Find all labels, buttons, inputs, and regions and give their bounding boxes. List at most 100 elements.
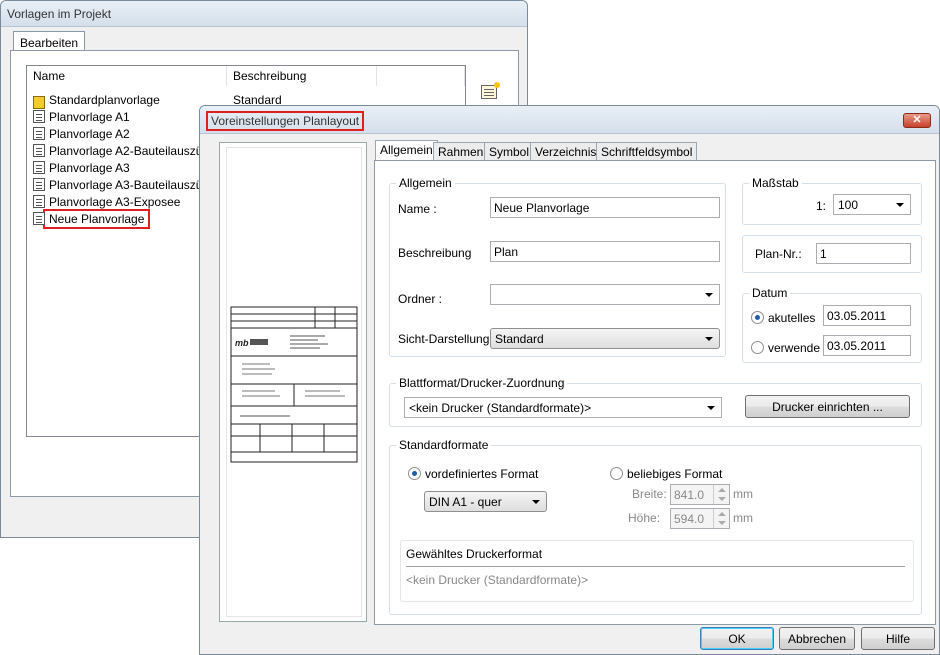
list-item-name: Planvorlage A3-Exposee bbox=[49, 194, 181, 209]
ok-button[interactable]: OK bbox=[700, 627, 774, 650]
document-icon bbox=[33, 212, 45, 225]
column-header-name[interactable]: Name bbox=[27, 66, 227, 86]
dialog-title: Voreinstellungen Planlayout bbox=[206, 111, 365, 131]
svg-text:mb: mb bbox=[235, 338, 249, 348]
sicht-value: Standard bbox=[495, 332, 544, 346]
gewaehlt-group: Gewähltes Druckerformat <kein Drucker (S… bbox=[400, 540, 914, 602]
ordner-label: Ordner : bbox=[398, 292, 443, 306]
name-field[interactable]: Neue Planvorlage bbox=[490, 197, 720, 218]
hoehe-label: Höhe: bbox=[628, 511, 661, 525]
beliebig-label[interactable]: beliebiges Format bbox=[627, 467, 722, 481]
hoehe-field[interactable]: 594.0 bbox=[670, 508, 730, 529]
verwende-date-field[interactable]: 03.05.2011 bbox=[823, 335, 911, 356]
list-item[interactable]: Planvorlage A2-Bauteilauszüge bbox=[33, 142, 216, 159]
list-item-name: Planvorlage A2-Bauteilauszüge bbox=[49, 143, 216, 158]
lock-icon bbox=[33, 95, 45, 109]
massstab-prefix: 1: bbox=[816, 199, 827, 213]
list-item-name: Planvorlage A3 bbox=[49, 160, 130, 175]
drucker-group: Blattformat/Drucker-Zuordnung <kein Druc… bbox=[389, 376, 922, 427]
document-icon bbox=[33, 161, 45, 174]
window-title: Vorlagen im Projekt bbox=[7, 7, 112, 21]
list-item-name: Planvorlage A3-Bauteilauszüge bbox=[49, 177, 216, 192]
gewaehlt-value: <kein Drucker (Standardformate)> bbox=[406, 573, 589, 587]
beliebig-radio[interactable] bbox=[610, 467, 623, 480]
format-dropdown[interactable]: DIN A1 - quer bbox=[424, 491, 547, 512]
document-icon bbox=[33, 110, 45, 123]
document-icon bbox=[33, 127, 45, 140]
name-label: Name : bbox=[398, 202, 437, 216]
plan-nr-field[interactable]: 1 bbox=[816, 243, 911, 264]
list-item-name: Planvorlage A1 bbox=[49, 109, 130, 124]
group-label: Standardformate bbox=[396, 438, 492, 452]
list-item-name: Planvorlage A2 bbox=[49, 126, 130, 141]
drucker-dropdown[interactable]: <kein Drucker (Standardformate)> bbox=[404, 397, 722, 418]
plan-nr-label: Plan-Nr.: bbox=[755, 247, 802, 261]
list-item[interactable]: Planvorlage A3-Bauteilauszüge bbox=[33, 176, 216, 193]
hoehe-unit: mm bbox=[733, 511, 753, 525]
list-item[interactable]: Standardplanvorlage bbox=[33, 91, 160, 109]
tab-rahmen[interactable]: Rahmen bbox=[433, 142, 489, 161]
plan-preview: mb bbox=[227, 148, 361, 616]
vordefiniert-label[interactable]: vordefiniertes Format bbox=[425, 467, 538, 481]
list-item[interactable]: Planvorlage A2 bbox=[33, 125, 130, 142]
breite-label: Breite: bbox=[632, 487, 667, 501]
close-icon[interactable]: ✕ bbox=[903, 113, 931, 128]
list-item[interactable]: Planvorlage A3 bbox=[33, 159, 130, 176]
group-label: Datum bbox=[749, 286, 791, 300]
group-label: Maßstab bbox=[749, 176, 802, 190]
breite-field[interactable]: 841.0 bbox=[670, 484, 730, 505]
list-item-selected[interactable]: Neue Planvorlage bbox=[33, 208, 151, 229]
breite-unit: mm bbox=[733, 487, 753, 501]
tab-verzeichnis[interactable]: Verzeichnis bbox=[530, 142, 602, 161]
allgemein-group: Allgemein Name : Neue Planvorlage Beschr… bbox=[389, 176, 726, 357]
datum-group: Datum akutelles 03.05.2011 verwende 03.0… bbox=[742, 286, 922, 363]
templates-titlebar[interactable]: Vorlagen im Projekt bbox=[1, 1, 527, 27]
beschreibung-label: Beschreibung bbox=[398, 246, 472, 260]
hoehe-value: 594.0 bbox=[674, 512, 705, 526]
column-header-empty bbox=[377, 66, 465, 86]
list-item-name: Standardplanvorlage bbox=[49, 92, 160, 107]
list-item[interactable]: Planvorlage A1 bbox=[33, 108, 130, 125]
group-label: Blattformat/Drucker-Zuordnung bbox=[396, 376, 568, 390]
vordefiniert-radio[interactable] bbox=[408, 467, 421, 480]
allgemein-panel: Allgemein Name : Neue Planvorlage Beschr… bbox=[374, 160, 936, 625]
gewaehlt-label: Gewähltes Druckerformat bbox=[406, 547, 543, 561]
akutelles-label[interactable]: akutelles bbox=[768, 311, 815, 325]
akutelles-date-field[interactable]: 03.05.2011 bbox=[823, 305, 911, 326]
tab-bearbeiten[interactable]: Bearbeiten bbox=[13, 31, 86, 51]
breite-value: 841.0 bbox=[674, 488, 705, 502]
tab-strip: Allgemein Rahmen Symbol Verzeichnis Schr… bbox=[375, 140, 935, 162]
standardformate-group: Standardformate vordefiniertes Format DI… bbox=[389, 438, 922, 615]
sicht-dropdown[interactable]: Standard bbox=[490, 328, 720, 349]
title-block-thumbnail: mb bbox=[230, 306, 358, 463]
chevron-down-icon bbox=[896, 203, 904, 207]
massstab-group: Maßstab 1: 100 bbox=[742, 176, 922, 225]
breite-spinner[interactable] bbox=[713, 485, 729, 504]
tab-allgemein[interactable]: Allgemein bbox=[375, 140, 438, 161]
verwende-label[interactable]: verwende bbox=[768, 341, 820, 355]
tab-schriftfeldsymbol[interactable]: Schriftfeldsymbol bbox=[596, 142, 698, 161]
chevron-down-icon bbox=[707, 406, 715, 410]
new-template-icon[interactable] bbox=[481, 82, 500, 99]
cancel-button[interactable]: Abbrechen bbox=[779, 627, 855, 650]
column-header-beschreibung[interactable]: Beschreibung bbox=[227, 66, 377, 86]
drucker-einrichten-button[interactable]: Drucker einrichten ... bbox=[745, 395, 910, 418]
ordner-dropdown[interactable] bbox=[490, 284, 720, 305]
format-value: DIN A1 - quer bbox=[429, 495, 502, 509]
massstab-value: 100 bbox=[838, 198, 859, 212]
verwende-radio[interactable] bbox=[751, 341, 764, 354]
chevron-down-icon bbox=[532, 500, 540, 504]
plan-nr-group: Plan-Nr.: 1 bbox=[742, 235, 922, 273]
dialog-titlebar[interactable]: Voreinstellungen Planlayout ✕ bbox=[200, 106, 939, 134]
planlayout-dialog: Voreinstellungen Planlayout ✕ mb Allgeme… bbox=[199, 105, 940, 655]
drucker-value: <kein Drucker (Standardformate)> bbox=[409, 401, 592, 415]
massstab-dropdown[interactable]: 100 bbox=[833, 194, 911, 215]
beschreibung-field[interactable]: Plan bbox=[490, 241, 720, 262]
akutelles-radio[interactable] bbox=[751, 311, 764, 324]
help-button[interactable]: Hilfe bbox=[861, 627, 935, 650]
list-item[interactable]: Planvorlage A3-Exposee bbox=[33, 193, 180, 210]
sicht-label: Sicht-Darstellung: bbox=[398, 332, 493, 346]
group-label: Allgemein bbox=[396, 176, 455, 190]
hoehe-spinner[interactable] bbox=[713, 509, 729, 528]
tab-symbol[interactable]: Symbol bbox=[484, 142, 535, 161]
